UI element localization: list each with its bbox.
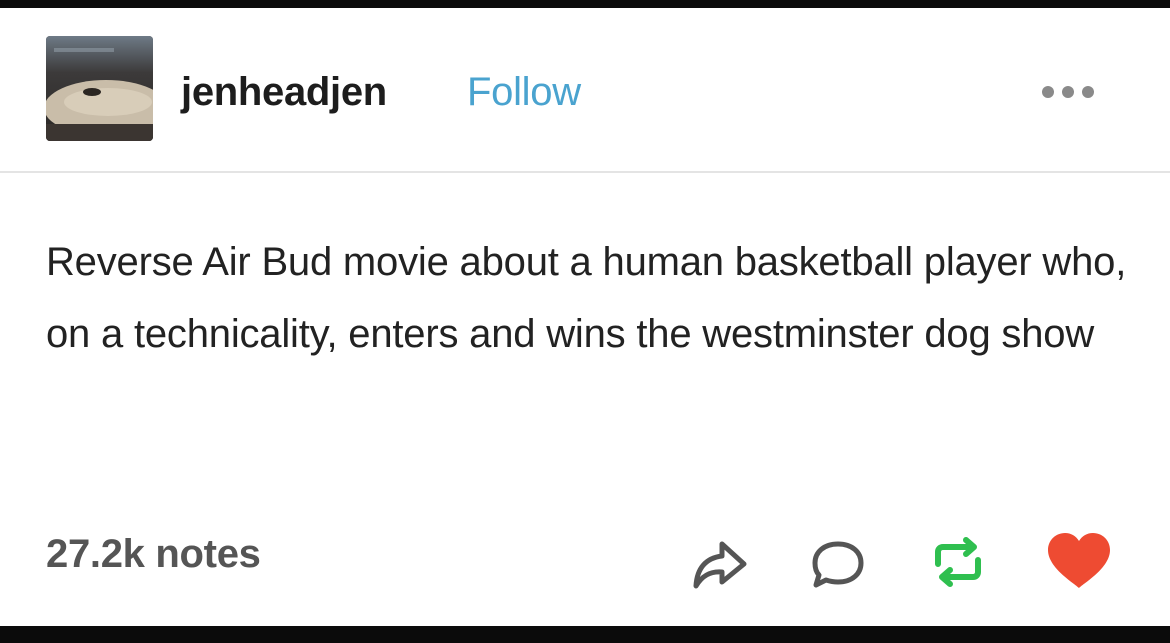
follow-button[interactable]: Follow [467,70,581,115]
reply-icon[interactable] [810,538,866,590]
ellipsis-icon[interactable] [1036,80,1100,104]
avatar-image [46,36,153,141]
share-icon[interactable] [692,536,748,590]
post-header: jenheadjen Follow [0,8,1170,172]
post-body: Reverse Air Bud movie about a human bask… [46,240,1127,356]
header-divider [0,171,1170,173]
heart-icon[interactable] [1044,530,1114,592]
username[interactable]: jenheadjen [181,70,387,115]
notes-count[interactable]: 27.2k notes [46,532,261,577]
post-card: jenheadjen Follow Reverse Air Bud movie … [0,8,1170,626]
reblog-icon[interactable] [928,534,988,590]
avatar[interactable] [46,36,153,141]
